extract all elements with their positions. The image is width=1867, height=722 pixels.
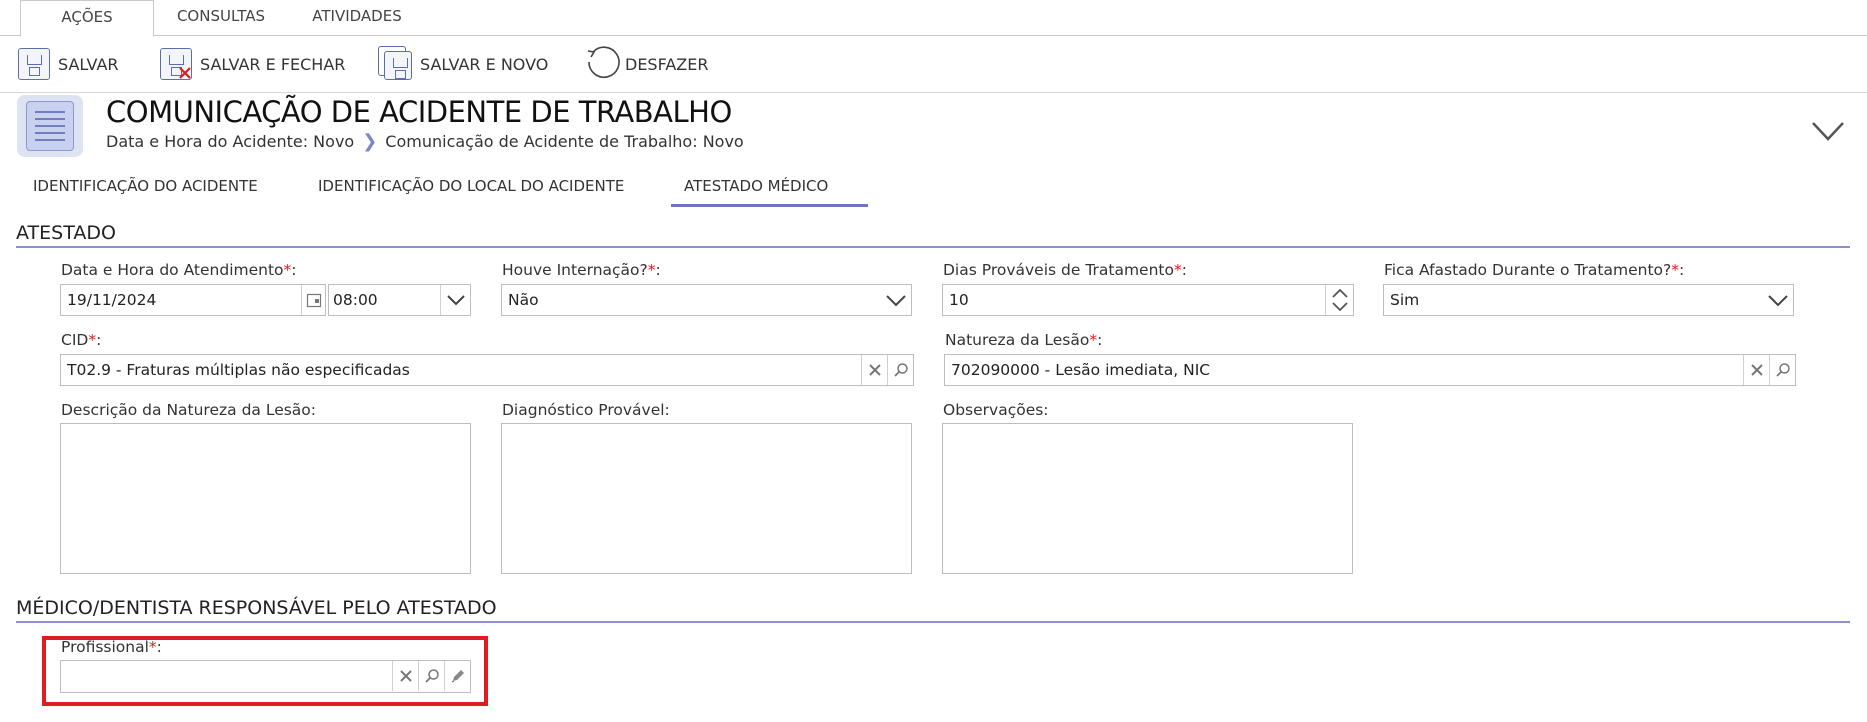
cid-label: CID*: — [61, 331, 102, 349]
section-divider — [16, 621, 1850, 623]
dias-stepper[interactable]: 10 — [942, 284, 1354, 316]
search-icon[interactable] — [1769, 355, 1795, 385]
chevron-right-icon: ❯ — [362, 131, 378, 152]
search-icon[interactable] — [887, 355, 913, 385]
save-label: SALVAR — [58, 54, 119, 74]
observacoes-label: Observações: — [943, 401, 1049, 419]
save-new-icon — [378, 46, 414, 82]
save-button[interactable]: SALVAR — [16, 44, 119, 84]
breadcrumb-item[interactable]: Data e Hora do Acidente: Novo — [106, 132, 354, 151]
tab-label: IDENTIFICAÇÃO DO LOCAL DO ACIDENTE — [318, 177, 625, 195]
tab-identificacao-acidente[interactable]: IDENTIFICAÇÃO DO ACIDENTE — [33, 177, 258, 207]
save-new-label: SALVAR E NOVO — [420, 54, 549, 74]
search-icon[interactable] — [418, 661, 444, 691]
time-value: 08:00 — [333, 291, 378, 309]
internacao-value: Não — [508, 291, 539, 309]
natureza-label: Natureza da Lesão*: — [945, 331, 1103, 349]
calendar-icon[interactable] — [301, 285, 325, 315]
page-title: COMUNICAÇÃO DE ACIDENTE DE TRABALHO — [106, 95, 732, 129]
internacao-select[interactable]: Não — [501, 284, 912, 316]
stepper-arrows-icon[interactable] — [1325, 285, 1353, 315]
toolbar: SALVAR SALVAR E FECHAR SALVAR E NOVO DES… — [0, 36, 1867, 93]
ribbon-tab-label: CONSULTAS — [176, 7, 266, 25]
profissional-label: Profissional*: — [61, 638, 162, 656]
breadcrumb-item: Comunicação de Acidente de Trabalho: Nov… — [385, 132, 744, 151]
section-title-atestado: ATESTADO — [16, 222, 116, 244]
data-hora-label: Data e Hora do Atendimento*: — [61, 261, 297, 279]
save-icon — [16, 46, 52, 82]
clear-icon[interactable] — [861, 355, 887, 385]
chevron-down-icon[interactable] — [881, 285, 911, 315]
tab-label: IDENTIFICAÇÃO DO ACIDENTE — [33, 177, 258, 195]
descricao-label: Descrição da Natureza da Lesão: — [61, 401, 317, 419]
tab-identificacao-local[interactable]: IDENTIFICAÇÃO DO LOCAL DO ACIDENTE — [318, 177, 624, 207]
diagnostico-label: Diagnóstico Provável: — [502, 401, 670, 419]
tab-atestado-medico[interactable]: ATESTADO MÉDICO — [671, 177, 868, 207]
form-icon — [17, 95, 83, 157]
ribbon-tabs: AÇÕES CONSULTAS ATIVIDADES — [0, 0, 1867, 37]
afastado-value: Sim — [1390, 291, 1420, 309]
chevron-down-icon[interactable] — [1811, 120, 1845, 142]
time-select[interactable]: 08:00 — [328, 284, 471, 316]
cid-value: T02.9 - Fraturas múltiplas não especific… — [67, 361, 410, 379]
clear-icon[interactable] — [1743, 355, 1769, 385]
date-input[interactable]: 19/11/2024 — [60, 284, 326, 316]
afastado-label: Fica Afastado Durante o Tratamento?*: — [1384, 261, 1685, 279]
natureza-value: 702090000 - Lesão imediata, NIC — [951, 361, 1211, 379]
dias-value: 10 — [949, 291, 969, 309]
chevron-down-icon[interactable] — [440, 285, 470, 315]
natureza-lookup[interactable]: 702090000 - Lesão imediata, NIC — [944, 354, 1796, 386]
ribbon-tab-label: ATIVIDADES — [312, 7, 402, 25]
section-title-medico: MÉDICO/DENTISTA RESPONSÁVEL PELO ATESTAD… — [16, 597, 497, 619]
chevron-down-icon[interactable] — [1763, 285, 1793, 315]
undo-icon — [583, 46, 620, 82]
tab-label: ATESTADO MÉDICO — [684, 177, 829, 195]
dias-label: Dias Prováveis de Tratamento*: — [943, 261, 1187, 279]
afastado-select[interactable]: Sim — [1383, 284, 1794, 316]
cid-lookup[interactable]: T02.9 - Fraturas múltiplas não especific… — [60, 354, 914, 386]
ribbon-tab-consultas[interactable]: CONSULTAS — [160, 0, 282, 36]
ribbon-tab-label: AÇÕES — [61, 8, 113, 26]
save-close-icon — [158, 46, 194, 82]
section-divider — [16, 246, 1850, 248]
save-close-button[interactable]: SALVAR E FECHAR — [158, 44, 345, 84]
ribbon-tab-atividades[interactable]: ATIVIDADES — [296, 0, 418, 36]
internacao-label: Houve Internação?*: — [502, 261, 661, 279]
breadcrumb: Data e Hora do Acidente: Novo ❯ Comunica… — [106, 131, 744, 152]
descricao-textarea[interactable] — [60, 423, 471, 574]
ribbon-tab-acoes[interactable]: AÇÕES — [20, 0, 154, 37]
clear-icon[interactable] — [392, 661, 418, 691]
diagnostico-textarea[interactable] — [501, 423, 912, 574]
date-value: 19/11/2024 — [67, 291, 157, 309]
profissional-lookup[interactable] — [60, 660, 471, 693]
save-close-label: SALVAR E FECHAR — [200, 54, 346, 74]
undo-label: DESFAZER — [625, 54, 709, 74]
observacoes-textarea[interactable] — [942, 423, 1353, 574]
save-new-button[interactable]: SALVAR E NOVO — [378, 44, 548, 84]
edit-pencil-icon[interactable] — [444, 661, 470, 691]
undo-button[interactable]: DESFAZER — [583, 44, 708, 84]
